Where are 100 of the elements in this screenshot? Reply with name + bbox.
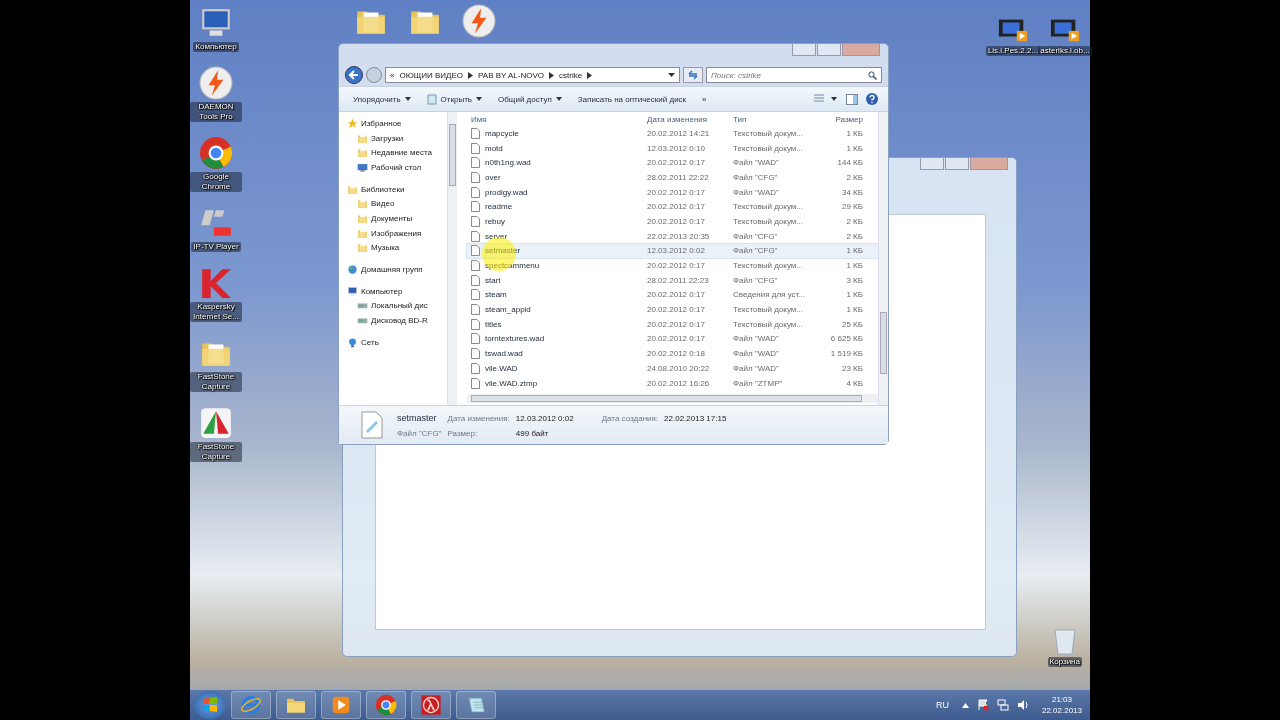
nav-item[interactable]: Документы bbox=[347, 211, 447, 226]
maximize-button[interactable] bbox=[817, 44, 841, 56]
dropdown-arrow-icon[interactable] bbox=[668, 73, 675, 77]
toolbar-button[interactable]: Записать на оптический диск bbox=[573, 92, 691, 106]
help-icon[interactable] bbox=[866, 93, 878, 105]
view-options-icon[interactable] bbox=[814, 94, 838, 104]
file-row[interactable]: rebuy 20.02.2012 0:17 Текстовый докум... 2 КБ bbox=[467, 214, 878, 229]
speaker-icon[interactable] bbox=[1016, 699, 1029, 711]
file-row[interactable]: steam 20.02.2012 0:17 Сведения для уст... 1 КБ bbox=[467, 287, 878, 303]
computer-icon bbox=[347, 285, 358, 297]
file-row[interactable]: start 28.02.2011 22:23 Файл "CFG" 3 КБ bbox=[467, 272, 878, 288]
start-button[interactable] bbox=[194, 691, 226, 719]
column-header[interactable]: Имя bbox=[467, 114, 647, 124]
type-cell-text: Текстовый докум... bbox=[733, 319, 804, 329]
up-arrow-icon[interactable] bbox=[961, 702, 969, 708]
type-cell-text: Файл "WAD" bbox=[733, 349, 780, 359]
horizontal-scrollbar[interactable] bbox=[467, 394, 878, 403]
desktop-shortcut[interactable]: asteriks.i.ob... bbox=[1040, 14, 1090, 56]
star-icon bbox=[347, 117, 358, 129]
nav-item[interactable]: Видео bbox=[347, 196, 447, 212]
file-icon bbox=[471, 348, 480, 360]
nav-item[interactable]: Дисковод BD-R bbox=[347, 313, 447, 328]
desktop-shortcut[interactable]: FastStone Capture bbox=[190, 336, 242, 392]
breadcrumb-item[interactable]: ОЮЩИИ ВИДЕО bbox=[399, 70, 464, 80]
breadcrumb-item[interactable]: PAB BY AL-NOVO bbox=[478, 70, 544, 80]
nav-item[interactable]: Сеть bbox=[347, 334, 447, 350]
file-row[interactable]: prodigy.wad 20.02.2012 0:17 Файл "WAD" 34 КБ bbox=[467, 184, 878, 200]
nav-item[interactable]: Локальный дис bbox=[347, 298, 447, 314]
file-row[interactable]: tswad.wad 20.02.2012 0:18 Файл "WAD" 1 519 КБ bbox=[467, 346, 878, 361]
refresh-button[interactable] bbox=[683, 67, 703, 83]
file-row[interactable]: vile.WAD.ztmp 20.02.2012 16:26 Файл "ZTMP" 4 КБ bbox=[467, 375, 878, 391]
taskbar-button[interactable] bbox=[276, 691, 316, 719]
date-cell-text: 20.02.2012 16:26 bbox=[647, 378, 711, 388]
back-button[interactable] bbox=[345, 66, 363, 84]
flag-icon[interactable] bbox=[976, 699, 989, 711]
nav-item[interactable]: Недавние места bbox=[347, 145, 447, 161]
breadcrumb-overflow[interactable]: « bbox=[390, 70, 395, 80]
toolbar-button[interactable]: Общий доступ bbox=[494, 92, 566, 106]
nav-item[interactable]: Компьютер bbox=[347, 283, 447, 299]
language-indicator[interactable]: RU bbox=[935, 700, 949, 710]
type-cell-text: Файл "WAD" bbox=[733, 187, 780, 197]
desktop-shortcut[interactable]: Kaspersky Internet Se... bbox=[190, 266, 242, 322]
file-row[interactable]: steam_appid 20.02.2012 0:17 Текстовый докум... 1 КБ bbox=[467, 302, 878, 317]
type-cell-text: Файл "CFG" bbox=[733, 246, 779, 256]
minimize-button[interactable] bbox=[792, 44, 816, 56]
desktop-shortcut[interactable]: Компьютер bbox=[190, 6, 242, 52]
nav-item[interactable]: Загрузки bbox=[347, 130, 447, 146]
network-icon[interactable] bbox=[996, 699, 1009, 711]
file-row[interactable]: motd 12.03.2012 0:10 Текстовый докум... 1 КБ bbox=[467, 140, 878, 156]
desktop-shortcut[interactable]: FastStone Capture bbox=[190, 406, 242, 462]
file-row[interactable]: torntextures.wad 20.02.2012 0:17 Файл "WAD" 6 625 КБ bbox=[467, 331, 878, 347]
type-cell-text: Текстовый докум... bbox=[733, 261, 804, 271]
desktop-shortcut[interactable]: DAEMON Tools Pro bbox=[190, 66, 242, 122]
minimize-button[interactable] bbox=[920, 158, 944, 170]
file-row[interactable]: server 22.02.2013 20:35 Файл "CFG" 2 КБ bbox=[467, 228, 878, 244]
more-commands-button[interactable]: » bbox=[698, 92, 711, 106]
nav-item[interactable]: Изображения bbox=[347, 225, 447, 241]
nav-item[interactable]: Музыка bbox=[347, 240, 447, 256]
address-bar[interactable]: « ОЮЩИИ ВИДЕО PAB BY AL-NOVO cstrike bbox=[385, 67, 680, 83]
taskbar-button[interactable] bbox=[411, 691, 451, 719]
preview-pane-icon[interactable] bbox=[846, 93, 858, 105]
desktop-shortcut[interactable]: Google Chrome bbox=[190, 136, 242, 192]
scrollbar[interactable] bbox=[878, 112, 888, 405]
chrome-icon bbox=[375, 694, 397, 716]
breadcrumb-item[interactable]: cstrike bbox=[559, 70, 583, 80]
column-header[interactable]: Дата изменения bbox=[647, 114, 733, 124]
scrollbar[interactable] bbox=[447, 112, 457, 405]
taskbar-button[interactable] bbox=[321, 691, 361, 719]
maximize-button[interactable] bbox=[945, 158, 969, 170]
nav-item[interactable]: Библиотеки bbox=[347, 181, 447, 197]
file-name-cell: rebuy bbox=[467, 215, 647, 227]
column-header[interactable]: Размер bbox=[815, 114, 863, 124]
file-icon bbox=[471, 260, 480, 272]
search-field[interactable]: Поиск: cstrike bbox=[706, 67, 882, 83]
taskbar-button[interactable] bbox=[366, 691, 406, 719]
file-row[interactable]: mapcycle 20.02.2012 14:21 Текстовый докум... 1 КБ bbox=[467, 126, 878, 141]
clock[interactable]: 21:03 22.02.2013 bbox=[1041, 694, 1082, 716]
toolbar-button[interactable]: Открыть bbox=[422, 91, 487, 107]
column-header[interactable]: Тип bbox=[733, 114, 815, 124]
desktop-shortcut[interactable]: IP-TV Player bbox=[190, 206, 242, 252]
toolbar-button[interactable]: Упорядочить bbox=[349, 92, 415, 106]
nav-item[interactable]: Домашняя групп bbox=[347, 262, 447, 277]
taskbar-button[interactable] bbox=[456, 691, 496, 719]
file-row[interactable]: titles 20.02.2012 0:17 Текстовый докум... 25 КБ bbox=[467, 316, 878, 332]
nav-item[interactable]: Избранное bbox=[347, 116, 447, 131]
forward-button[interactable] bbox=[366, 67, 382, 83]
file-icon bbox=[471, 377, 480, 389]
size-cell-text: 1 КБ bbox=[845, 290, 863, 300]
file-row[interactable]: over 28.02.2011 22:22 Файл "CFG" 2 КБ bbox=[467, 170, 878, 185]
file-row[interactable]: vile.WAD 24.08.2010 20:22 Файл "WAD" 23 КБ bbox=[467, 361, 878, 376]
file-icon bbox=[471, 274, 480, 286]
file-row[interactable]: readme 20.02.2012 0:17 Текстовый докум... 29 КБ bbox=[467, 199, 878, 215]
taskbar-button[interactable] bbox=[231, 691, 271, 719]
file-row[interactable]: n0th1ng.wad 20.02.2012 0:17 Файл "WAD" 144 КБ bbox=[467, 155, 878, 171]
date-cell-text: 20.02.2012 0:17 bbox=[647, 334, 706, 344]
file-icon bbox=[471, 215, 480, 227]
desktop-shortcut[interactable]: Lis.i.Pes.2.2... bbox=[988, 14, 1038, 56]
date-cell-text: 20.02.2012 0:17 bbox=[647, 261, 706, 271]
desktop-shortcut[interactable]: Корзина bbox=[1047, 625, 1082, 667]
nav-item[interactable]: Рабочий стол bbox=[347, 160, 447, 175]
